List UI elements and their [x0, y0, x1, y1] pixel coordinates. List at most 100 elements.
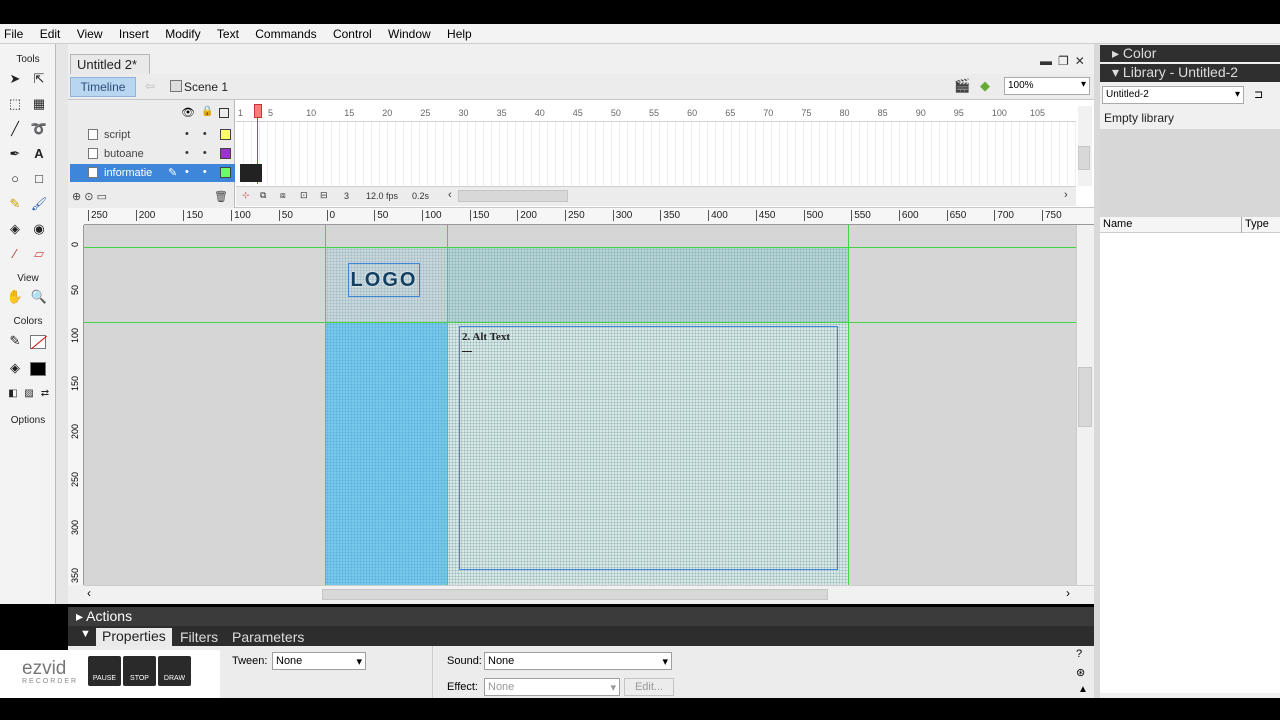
line-tool-icon[interactable]: ╱ — [6, 120, 24, 138]
stroke-color-swatch[interactable] — [30, 335, 47, 350]
layer-color-swatch[interactable] — [220, 148, 231, 159]
vertical-ruler[interactable]: 0 50 100 150 200 250 300 350 — [68, 225, 84, 585]
stop-button[interactable]: STOP — [123, 656, 156, 686]
scroll-right-icon[interactable]: › — [1066, 586, 1070, 600]
tween-select[interactable]: None ▾ — [272, 652, 366, 670]
actions-panel-header[interactable]: ▸ Actions — [68, 607, 1094, 626]
menu-commands[interactable]: Commands — [255, 24, 316, 41]
lock-icon[interactable]: 🔒 — [201, 106, 213, 117]
zoom-select[interactable]: 100% ▾ — [1004, 77, 1090, 95]
stage-hscroll-thumb[interactable] — [322, 589, 828, 600]
outline-icon[interactable] — [219, 108, 229, 118]
subselect-tool-icon[interactable]: ⇱ — [30, 70, 48, 88]
guide-vertical[interactable] — [848, 225, 849, 585]
menu-file[interactable]: File — [4, 24, 23, 41]
eraser-tool-icon[interactable]: ▱ — [30, 245, 48, 263]
add-guide-icon[interactable]: ⊙ — [84, 191, 93, 203]
fill-color-icon[interactable]: ◈ — [6, 359, 24, 377]
menu-control[interactable]: Control — [333, 24, 372, 41]
back-arrow-icon[interactable]: ⇦ — [145, 79, 155, 93]
stroke-color-icon[interactable]: ✎ — [6, 332, 24, 350]
rectangle-tool-icon[interactable]: □ — [30, 170, 48, 188]
layer-row-informatie[interactable]: informatie ✎ •• — [70, 164, 235, 182]
lasso-tool-icon[interactable]: ➰ — [30, 120, 48, 138]
edit-multiple-icon[interactable]: ⊡ — [300, 190, 308, 201]
panel-splitter[interactable] — [1094, 44, 1100, 698]
fill-color-swatch[interactable] — [30, 362, 46, 376]
col-type[interactable]: Type — [1245, 218, 1269, 230]
library-panel-header[interactable]: ▾ Library - Untitled-2 — [1100, 64, 1280, 82]
arrow-tool-icon[interactable]: ➤ — [6, 70, 24, 88]
stage-vscroll[interactable] — [1076, 225, 1094, 585]
collapse-icon[interactable]: ▼ — [80, 628, 91, 640]
accessibility-icon[interactable]: ⊛ — [1076, 666, 1085, 679]
paint-bucket-tool-icon[interactable]: ◉ — [30, 220, 48, 238]
stage[interactable]: LOGO 2. Alt Text — [84, 225, 1076, 585]
fill-transform-tool-icon[interactable]: ▦ — [30, 95, 48, 113]
text-field-selection[interactable]: 2. Alt Text — [459, 326, 838, 570]
pause-button[interactable]: PAUSE — [88, 656, 121, 686]
layer-toggles[interactable]: •• — [185, 147, 221, 159]
pin-icon[interactable]: ⊐ — [1254, 88, 1263, 101]
timeline-scroll-thumb[interactable] — [458, 190, 568, 202]
sound-select[interactable]: None ▾ — [484, 652, 672, 670]
restore-icon[interactable]: ❐ — [1058, 54, 1075, 68]
layer-row-butoane[interactable]: butoane •• — [70, 145, 235, 163]
zoom-tool-icon[interactable]: 🔍 — [30, 288, 48, 306]
effect-select[interactable]: None ▾ — [484, 678, 620, 696]
effect-edit-button[interactable]: Edit... — [624, 678, 674, 696]
oval-tool-icon[interactable]: ○ — [6, 170, 24, 188]
draw-button[interactable]: DRAW — [158, 656, 191, 686]
document-tab[interactable]: Untitled 2* — [70, 54, 150, 74]
add-folder-icon[interactable]: ▭ — [97, 191, 107, 203]
layer-color-swatch[interactable] — [220, 129, 231, 140]
minimize-icon[interactable]: ▬ — [1040, 54, 1058, 68]
layer-color-swatch[interactable] — [220, 167, 231, 178]
timeline-vscroll[interactable] — [1078, 106, 1092, 186]
scroll-left-icon[interactable]: ‹ — [448, 189, 452, 201]
onion-outlines-icon[interactable]: ⧈ — [280, 190, 286, 201]
menu-edit[interactable]: Edit — [40, 24, 61, 41]
tab-filters[interactable]: Filters — [180, 629, 218, 645]
layer-toggles[interactable]: •• — [185, 166, 221, 178]
onion-skin-icon[interactable]: ⧉ — [260, 190, 266, 201]
menu-insert[interactable]: Insert — [119, 24, 149, 41]
pencil-tool-icon[interactable]: ✎ — [6, 195, 24, 213]
eyedropper-tool-icon[interactable]: ⁄ — [6, 245, 24, 263]
help-icon[interactable]: ? — [1076, 648, 1082, 660]
menu-help[interactable]: Help — [447, 24, 472, 41]
layer-toggles[interactable]: •• — [185, 128, 221, 140]
hand-tool-icon[interactable]: ✋ — [6, 288, 24, 306]
menu-view[interactable]: View — [77, 24, 103, 41]
keyframe-block[interactable] — [240, 164, 262, 182]
horizontal-ruler[interactable]: 250 200 150 100 50 0 50 100 150 200 250 300 350 400 45… — [84, 208, 1094, 225]
free-transform-tool-icon[interactable]: ⬚ — [6, 95, 24, 113]
library-document-select[interactable]: Untitled-2 ▾ — [1102, 86, 1244, 104]
add-layer-icon[interactable]: ⊕ — [72, 191, 81, 203]
collapse-icon[interactable]: ▲ — [1078, 684, 1088, 695]
tab-parameters[interactable]: Parameters — [232, 629, 304, 645]
onion-markers-icon[interactable]: ⊟ — [320, 190, 328, 201]
pen-tool-icon[interactable]: ✒ — [6, 145, 24, 163]
edit-symbols-icon[interactable]: ◆ — [980, 78, 996, 94]
col-name[interactable]: Name — [1103, 218, 1132, 230]
stage-hscroll[interactable]: ‹ › — [84, 585, 1094, 602]
layer-row-script[interactable]: script •• — [70, 126, 235, 144]
center-frame-icon[interactable]: ⊹ — [242, 190, 250, 201]
edit-scene-icon[interactable]: 🎬 — [954, 78, 970, 94]
library-list[interactable] — [1100, 233, 1280, 693]
logo-selection[interactable]: LOGO — [348, 263, 420, 297]
close-icon[interactable]: ✕ — [1075, 54, 1091, 68]
menu-text[interactable]: Text — [217, 24, 239, 41]
swap-colors-icon[interactable]: ⇄ — [36, 385, 54, 403]
brush-tool-icon[interactable]: 🖌 — [30, 195, 48, 213]
timeline-toggle-button[interactable]: Timeline — [70, 77, 136, 97]
ink-bottle-tool-icon[interactable]: ◈ — [6, 220, 24, 238]
text-tool-icon[interactable]: A — [30, 145, 48, 163]
color-panel-header[interactable]: ▸ Color — [1100, 45, 1280, 62]
frame-ruler[interactable]: 1 5 10 15 20 25 30 35 40 45 50 55 60 65 70 75 80 85 90 95 10… — [236, 104, 1076, 122]
menu-modify[interactable]: Modify — [165, 24, 200, 41]
eye-icon[interactable]: 👁 — [181, 106, 195, 119]
menu-window[interactable]: Window — [388, 24, 431, 41]
scroll-right-icon[interactable]: › — [1064, 189, 1068, 201]
